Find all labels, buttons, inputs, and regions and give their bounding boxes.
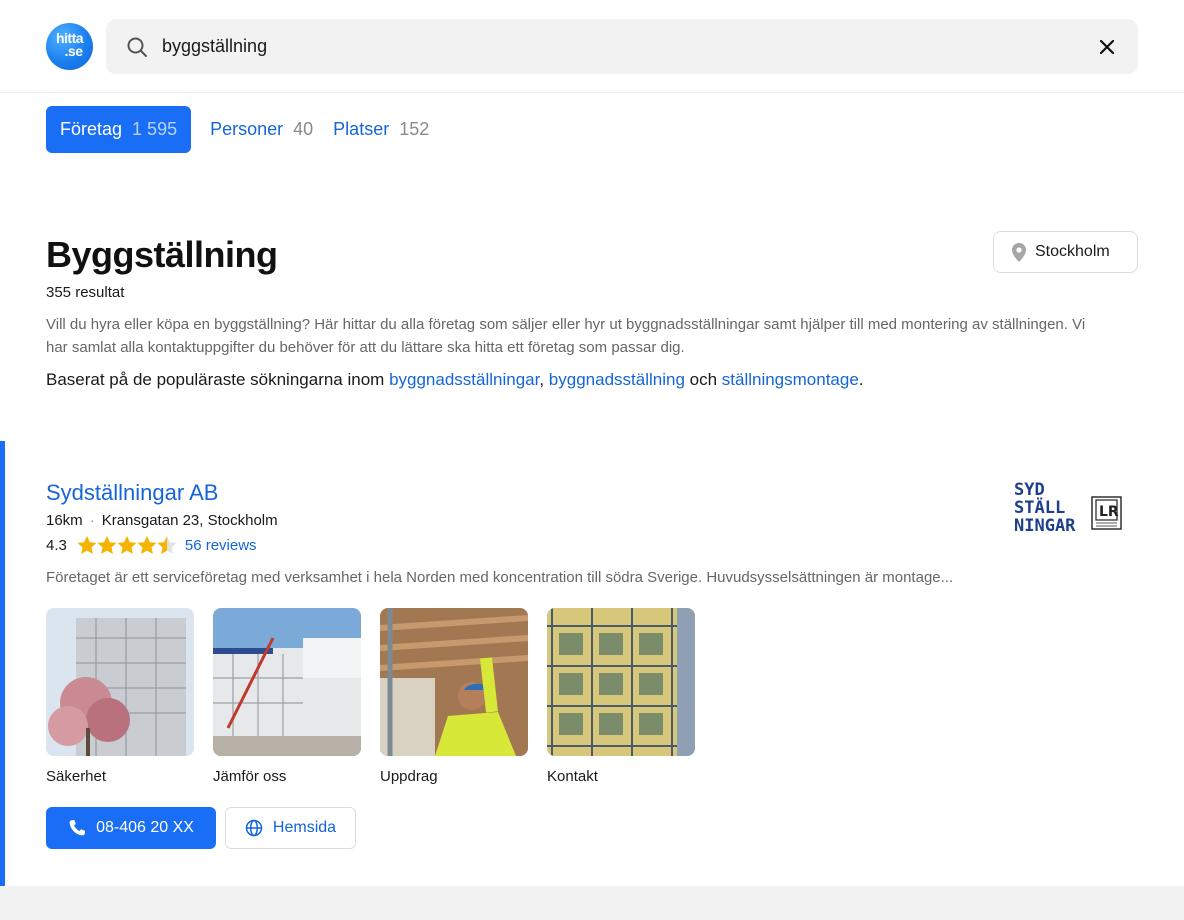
gallery-label: Kontakt [547, 768, 598, 785]
popular-separator: , [539, 370, 549, 389]
gallery-label: Jämför oss [213, 768, 287, 785]
logo-badge: LR [1099, 504, 1119, 520]
gallery-label: Säkerhet [46, 768, 107, 785]
star-icon [137, 536, 157, 554]
star-rating [77, 536, 177, 555]
gallery-item-sakerhet[interactable]: Säkerhet [46, 608, 194, 785]
half-star-icon [157, 536, 177, 554]
gallery-item-uppdrag[interactable]: Uppdrag [380, 608, 528, 785]
logo-text-se: .se [64, 43, 83, 59]
call-button-label: 08-406 20 XX [96, 819, 194, 836]
category-description: Vill du hyra eller köpa en byggställning… [46, 316, 1086, 356]
popular-link-stallningsmontage[interactable]: ställningsmontage [722, 370, 859, 389]
gallery-item-kontakt[interactable]: Kontakt [547, 608, 695, 785]
category-tabs: Företag 1 595 Personer 40 Platser 152 [46, 106, 449, 153]
gallery-image [547, 608, 695, 756]
logo-line-2: STÄLL [1014, 496, 1065, 518]
globe-icon [245, 819, 263, 837]
popular-suffix: . [858, 370, 864, 389]
location-button[interactable]: Stockholm [993, 231, 1138, 273]
location-label: Stockholm [1035, 243, 1110, 260]
phone-icon [69, 820, 86, 836]
popular-prefix: Baserat på de populäraste sökningarna in… [46, 370, 390, 389]
search-bar [106, 19, 1138, 74]
gallery-image [46, 608, 194, 756]
rating-row: 4.3 56 reviews [46, 536, 257, 555]
meta-separator: · [89, 512, 95, 529]
tab-platser[interactable]: Platser 152 [333, 106, 429, 153]
popular-link-byggnadsstallningar[interactable]: byggnadsställningar [389, 370, 539, 389]
logo-line-1: SYD [1014, 480, 1045, 500]
company-name-link[interactable]: Sydställningar AB [46, 480, 218, 506]
gallery-label: Uppdrag [380, 768, 438, 785]
star-icon [77, 536, 97, 554]
hitta-logo[interactable]: hitta .se [46, 23, 93, 70]
website-button-label: Hemsida [272, 819, 337, 836]
gallery-item-jamfor-oss[interactable]: Jämför oss [213, 608, 361, 785]
location-pin-icon [1012, 242, 1026, 262]
tab-count: 40 [293, 119, 314, 139]
tab-personer[interactable]: Personer 40 [210, 106, 313, 153]
tab-count: 152 [399, 119, 430, 139]
company-logo[interactable]: SYD STÄLL NINGAR LR [1010, 479, 1128, 535]
gallery-image [380, 608, 528, 756]
popular-searches: Baserat på de populäraste sökningarna in… [46, 370, 864, 390]
rating-value: 4.3 [46, 537, 67, 554]
call-button[interactable]: 08-406 20 XX [46, 807, 216, 849]
reviews-link[interactable]: 56 reviews [185, 537, 257, 554]
result-count: 355 resultat [46, 284, 125, 301]
gallery-image [213, 608, 361, 756]
page-title: Byggställning [46, 234, 278, 275]
star-icon [97, 536, 117, 554]
tab-count: 1 595 [132, 119, 178, 139]
popular-separator: och [684, 370, 722, 389]
header: hitta .se [0, 0, 1184, 93]
address: Kransgatan 23, Stockholm [101, 512, 278, 529]
tab-label: Personer [210, 119, 284, 139]
tab-foretag[interactable]: Företag 1 595 [46, 106, 192, 153]
search-input[interactable] [162, 27, 1062, 65]
logo-line-3: NINGAR [1014, 516, 1076, 535]
tab-label: Företag [60, 119, 123, 139]
result-card: Sydställningar AB 16km · Kransgatan 23, St… [0, 441, 1184, 886]
page-footer-strip [0, 886, 1184, 920]
company-meta: 16km · Kransgatan 23, Stockholm [46, 512, 278, 529]
image-gallery: Säkerhet Jämför oss Uppdrag Kontakt [46, 608, 714, 785]
company-description: Företaget är ett serviceföretag med verk… [46, 569, 954, 586]
search-icon [127, 37, 147, 57]
close-icon[interactable] [1096, 36, 1118, 58]
tab-label: Platser [333, 119, 390, 139]
website-button[interactable]: Hemsida [225, 807, 356, 849]
star-icon [117, 536, 137, 554]
popular-link-byggnadsstallning[interactable]: byggnadsställning [549, 370, 685, 389]
distance: 16km [46, 512, 83, 529]
